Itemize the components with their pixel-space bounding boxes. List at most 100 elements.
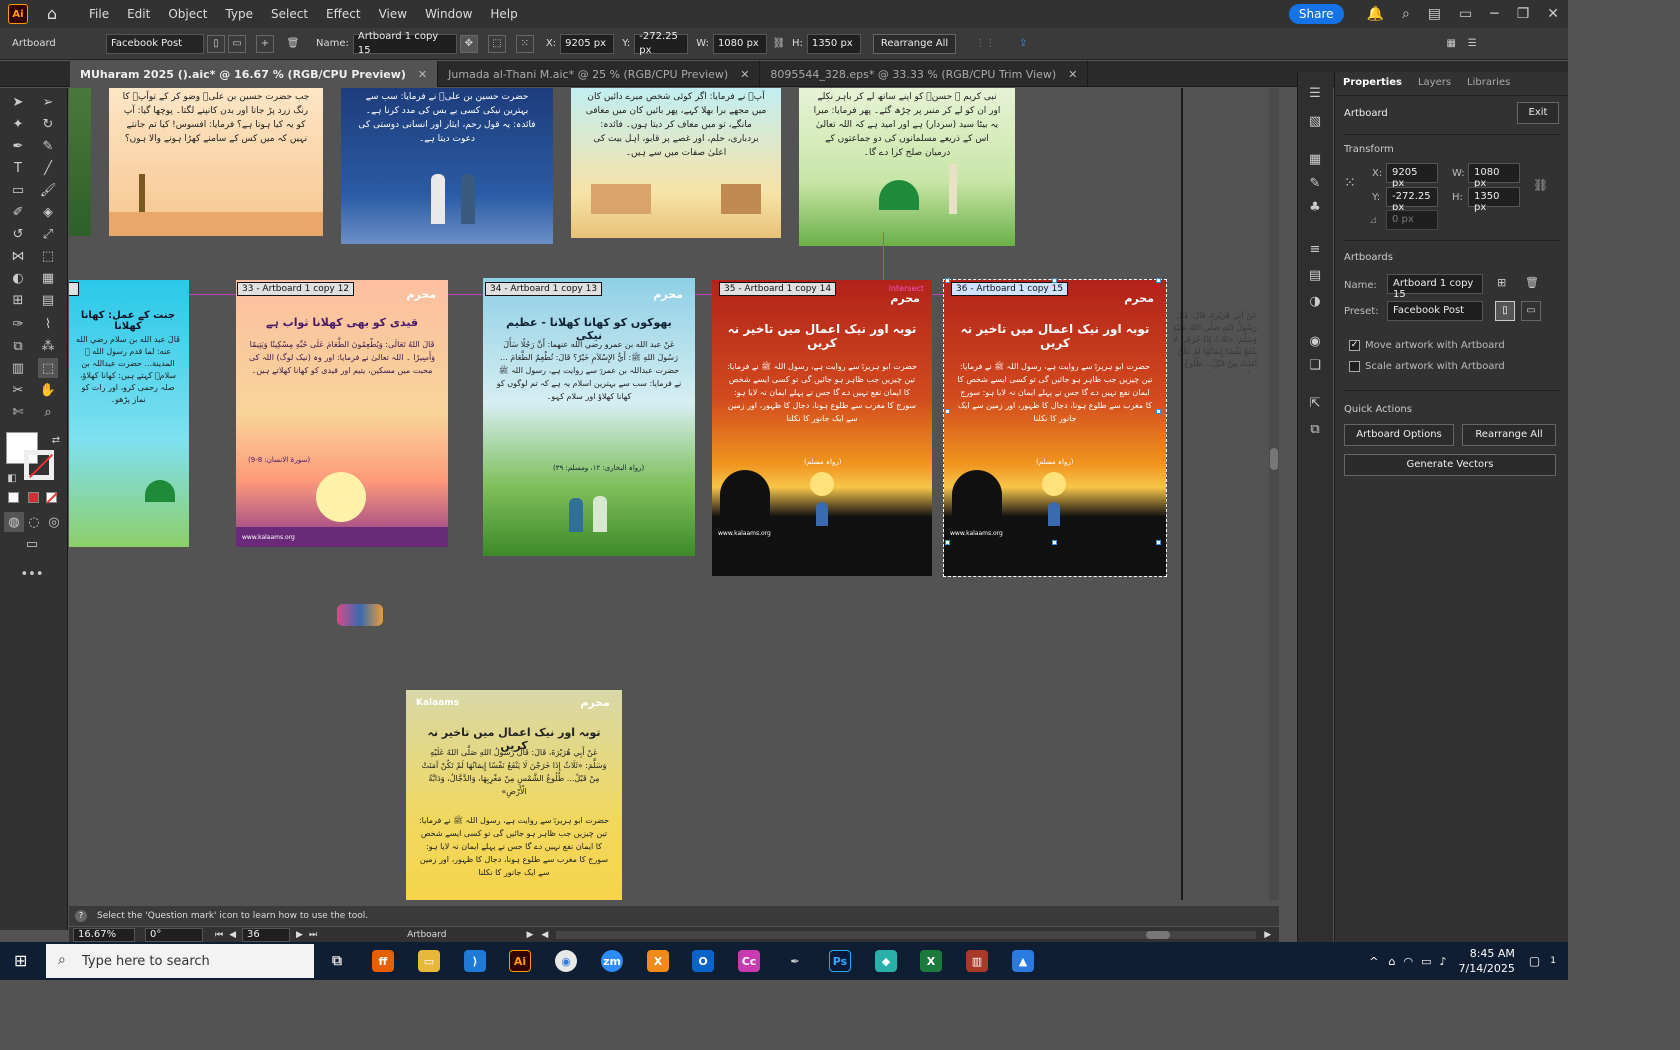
menu-effect[interactable]: Effect: [317, 7, 370, 21]
pen-app-icon[interactable]: ✒: [784, 950, 806, 972]
artboard-options-icon[interactable]: ⬚: [487, 34, 506, 53]
new-artboard-icon[interactable]: ⊞: [1497, 276, 1506, 289]
brushes-icon[interactable]: ✎: [1306, 176, 1324, 194]
task-view-icon[interactable]: ⧉: [326, 950, 348, 972]
clipart-people[interactable]: [337, 604, 383, 626]
tab-properties[interactable]: Properties: [1335, 72, 1410, 95]
hand-tool-icon[interactable]: ✋: [38, 380, 58, 400]
reference-point-icon[interactable]: ⁙: [515, 34, 534, 53]
selection-handle[interactable]: [945, 409, 950, 414]
wifi-icon[interactable]: ◠: [1403, 955, 1413, 968]
artboards-panel-icon[interactable]: ⧉: [1306, 422, 1324, 440]
portrait-icon[interactable]: ▯: [1495, 301, 1515, 321]
artboard-name-field[interactable]: Artboard 1 copy 15: [1387, 274, 1483, 300]
perspective-grid-tool-icon[interactable]: ▦: [38, 268, 58, 288]
close-tab-icon[interactable]: ✕: [1068, 68, 1077, 81]
artboard-34[interactable]: محرم بھوکوں کو کھانا کھلانا - عظیم نیکی …: [483, 278, 695, 556]
delete-artboard-icon[interactable]: 🗑: [284, 35, 302, 53]
winrar-icon[interactable]: ▥: [966, 950, 988, 972]
bell-icon[interactable]: 🔔: [1367, 6, 1384, 22]
restore-icon[interactable]: ❐: [1517, 6, 1530, 22]
selection-handle[interactable]: [1052, 278, 1057, 283]
tab-jumada[interactable]: Jumada al-Thani M.aic* @ 25 % (RGB/CPU P…: [438, 61, 761, 87]
notification-icon[interactable]: ▢: [1529, 954, 1540, 968]
none-mode-icon[interactable]: [46, 492, 58, 504]
scrollbar-thumb[interactable]: [1270, 448, 1278, 470]
gradient-mode-icon[interactable]: [28, 492, 39, 503]
gradient-tool-icon[interactable]: ▤: [38, 290, 58, 310]
y-field[interactable]: -272.25 px: [634, 31, 689, 56]
link-icon[interactable]: ⛓: [770, 35, 788, 53]
appearance-icon[interactable]: ◉: [1306, 334, 1324, 352]
artboard-35[interactable]: intersect محرم توبہ اور نیک اعمال میں تا…: [712, 280, 932, 576]
zoom-tool-icon[interactable]: ⌕: [38, 402, 58, 422]
photos-icon[interactable]: ▲: [1012, 950, 1034, 972]
artboard-label-35[interactable]: 35 - Artboard 1 copy 14: [719, 282, 837, 296]
close-tab-icon[interactable]: ✕: [418, 68, 427, 81]
next-artboard-icon[interactable]: ▶: [296, 930, 303, 940]
h-field[interactable]: 1350 px: [806, 33, 861, 54]
first-artboard-icon[interactable]: ⏮: [215, 930, 223, 940]
rectangle-tool-icon[interactable]: ▭: [8, 180, 28, 200]
artboard-row1-4[interactable]: نبی کریم ﷺ حسنؓ کو اپنے ساتھ لے کر باہر …: [799, 88, 1015, 246]
w-field[interactable]: 1080 px: [712, 33, 767, 54]
publish-icon[interactable]: ⇪: [1014, 35, 1032, 53]
status-menu-icon[interactable]: ▶: [526, 930, 533, 940]
color-mode-icon[interactable]: [8, 492, 19, 503]
move-artwork-checkbox[interactable]: ✓: [1349, 340, 1360, 351]
rotate-tool-icon[interactable]: ↺: [8, 224, 28, 244]
artboard-bottom[interactable]: Kalaams محرم توبہ اور نیک اعمال میں تاخی…: [406, 690, 622, 900]
artboard-33[interactable]: محرم قیدی کو بھی کھلانا ثواب ہے قَالَ ال…: [236, 280, 448, 547]
measure-tool-icon[interactable]: ⌇: [38, 314, 58, 334]
screen-mode-icon[interactable]: ▭: [22, 534, 42, 554]
selection-handle[interactable]: [1156, 278, 1161, 283]
vscode-icon[interactable]: ⟩: [464, 950, 486, 972]
exit-button[interactable]: Exit: [1517, 102, 1559, 124]
app-icon[interactable]: ◆: [875, 950, 897, 972]
menu-object[interactable]: Object: [159, 7, 216, 21]
eraser-tool-icon[interactable]: ◈: [38, 202, 58, 222]
reference-point-icon[interactable]: ⁙: [1344, 174, 1362, 192]
selection-handle[interactable]: [945, 278, 950, 283]
workspace-icon[interactable]: ▤: [1428, 6, 1441, 22]
scroll-left-icon[interactable]: ◀: [541, 930, 548, 940]
type-tool-icon[interactable]: T: [8, 158, 28, 178]
column-graph-tool-icon[interactable]: ▥: [8, 358, 28, 378]
draw-normal-icon[interactable]: ◍: [4, 512, 24, 532]
magic-wand-tool-icon[interactable]: ✦: [8, 114, 28, 134]
preset-select[interactable]: Facebook Post: [106, 33, 204, 54]
generate-vectors-button[interactable]: Generate Vectors: [1344, 454, 1556, 476]
selection-handle[interactable]: [1156, 409, 1161, 414]
artboard-name-field[interactable]: Artboard 1 copy 15: [352, 31, 457, 56]
home-icon[interactable]: ⌂: [42, 4, 62, 24]
chrome-icon[interactable]: ◉: [555, 950, 577, 972]
artboard-options-button[interactable]: Artboard Options: [1344, 424, 1454, 446]
prev-artboard-icon[interactable]: ◀: [229, 930, 236, 940]
scissors-tool-icon[interactable]: ✄: [8, 402, 28, 422]
default-fill-stroke-icon[interactable]: ◧: [2, 468, 22, 488]
portrait-orientation-icon[interactable]: ▯: [207, 34, 225, 53]
draw-inside-icon[interactable]: ◎: [44, 512, 64, 532]
artboard-row2-1[interactable]: جنت کے عمل: کھانا کھلانا قَالَ عبد الله …: [69, 280, 189, 547]
edit-toolbar-icon[interactable]: •••: [21, 564, 44, 584]
artboard-label-33[interactable]: 33 - Artboard 1 copy 12: [237, 282, 355, 296]
network-icon[interactable]: ⌂: [1388, 955, 1395, 968]
tab-libraries[interactable]: Libraries: [1459, 72, 1518, 95]
artboard-tool-icon[interactable]: ⬚: [38, 358, 58, 378]
export-icon[interactable]: ⇱: [1306, 396, 1324, 414]
scrollbar-thumb[interactable]: [1146, 930, 1171, 939]
clock[interactable]: 8:45 AM 7/14/2025: [1459, 946, 1515, 976]
width-tool-icon[interactable]: ⋈: [8, 246, 28, 266]
stroke-swatch[interactable]: [24, 450, 54, 480]
selection-handle[interactable]: [945, 540, 950, 545]
artboard-36-selected[interactable]: محرم توبہ اور نیک اعمال میں تاخیر نہ کری…: [943, 279, 1167, 577]
artboard-label-34[interactable]: 34 - Artboard 1 copy 13: [485, 282, 603, 296]
menu-view[interactable]: View: [370, 7, 416, 21]
symbol-sprayer-tool-icon[interactable]: ⁂: [38, 336, 58, 356]
scale-tool-icon[interactable]: ⤢: [38, 224, 58, 244]
horizontal-scrollbar[interactable]: [556, 930, 1257, 939]
minimize-icon[interactable]: ─: [1490, 6, 1498, 22]
pen-tool-icon[interactable]: ✒: [8, 136, 28, 156]
taskbar-search[interactable]: ⌕ Type here to search: [46, 944, 314, 978]
tab-layers[interactable]: Layers: [1410, 72, 1459, 95]
